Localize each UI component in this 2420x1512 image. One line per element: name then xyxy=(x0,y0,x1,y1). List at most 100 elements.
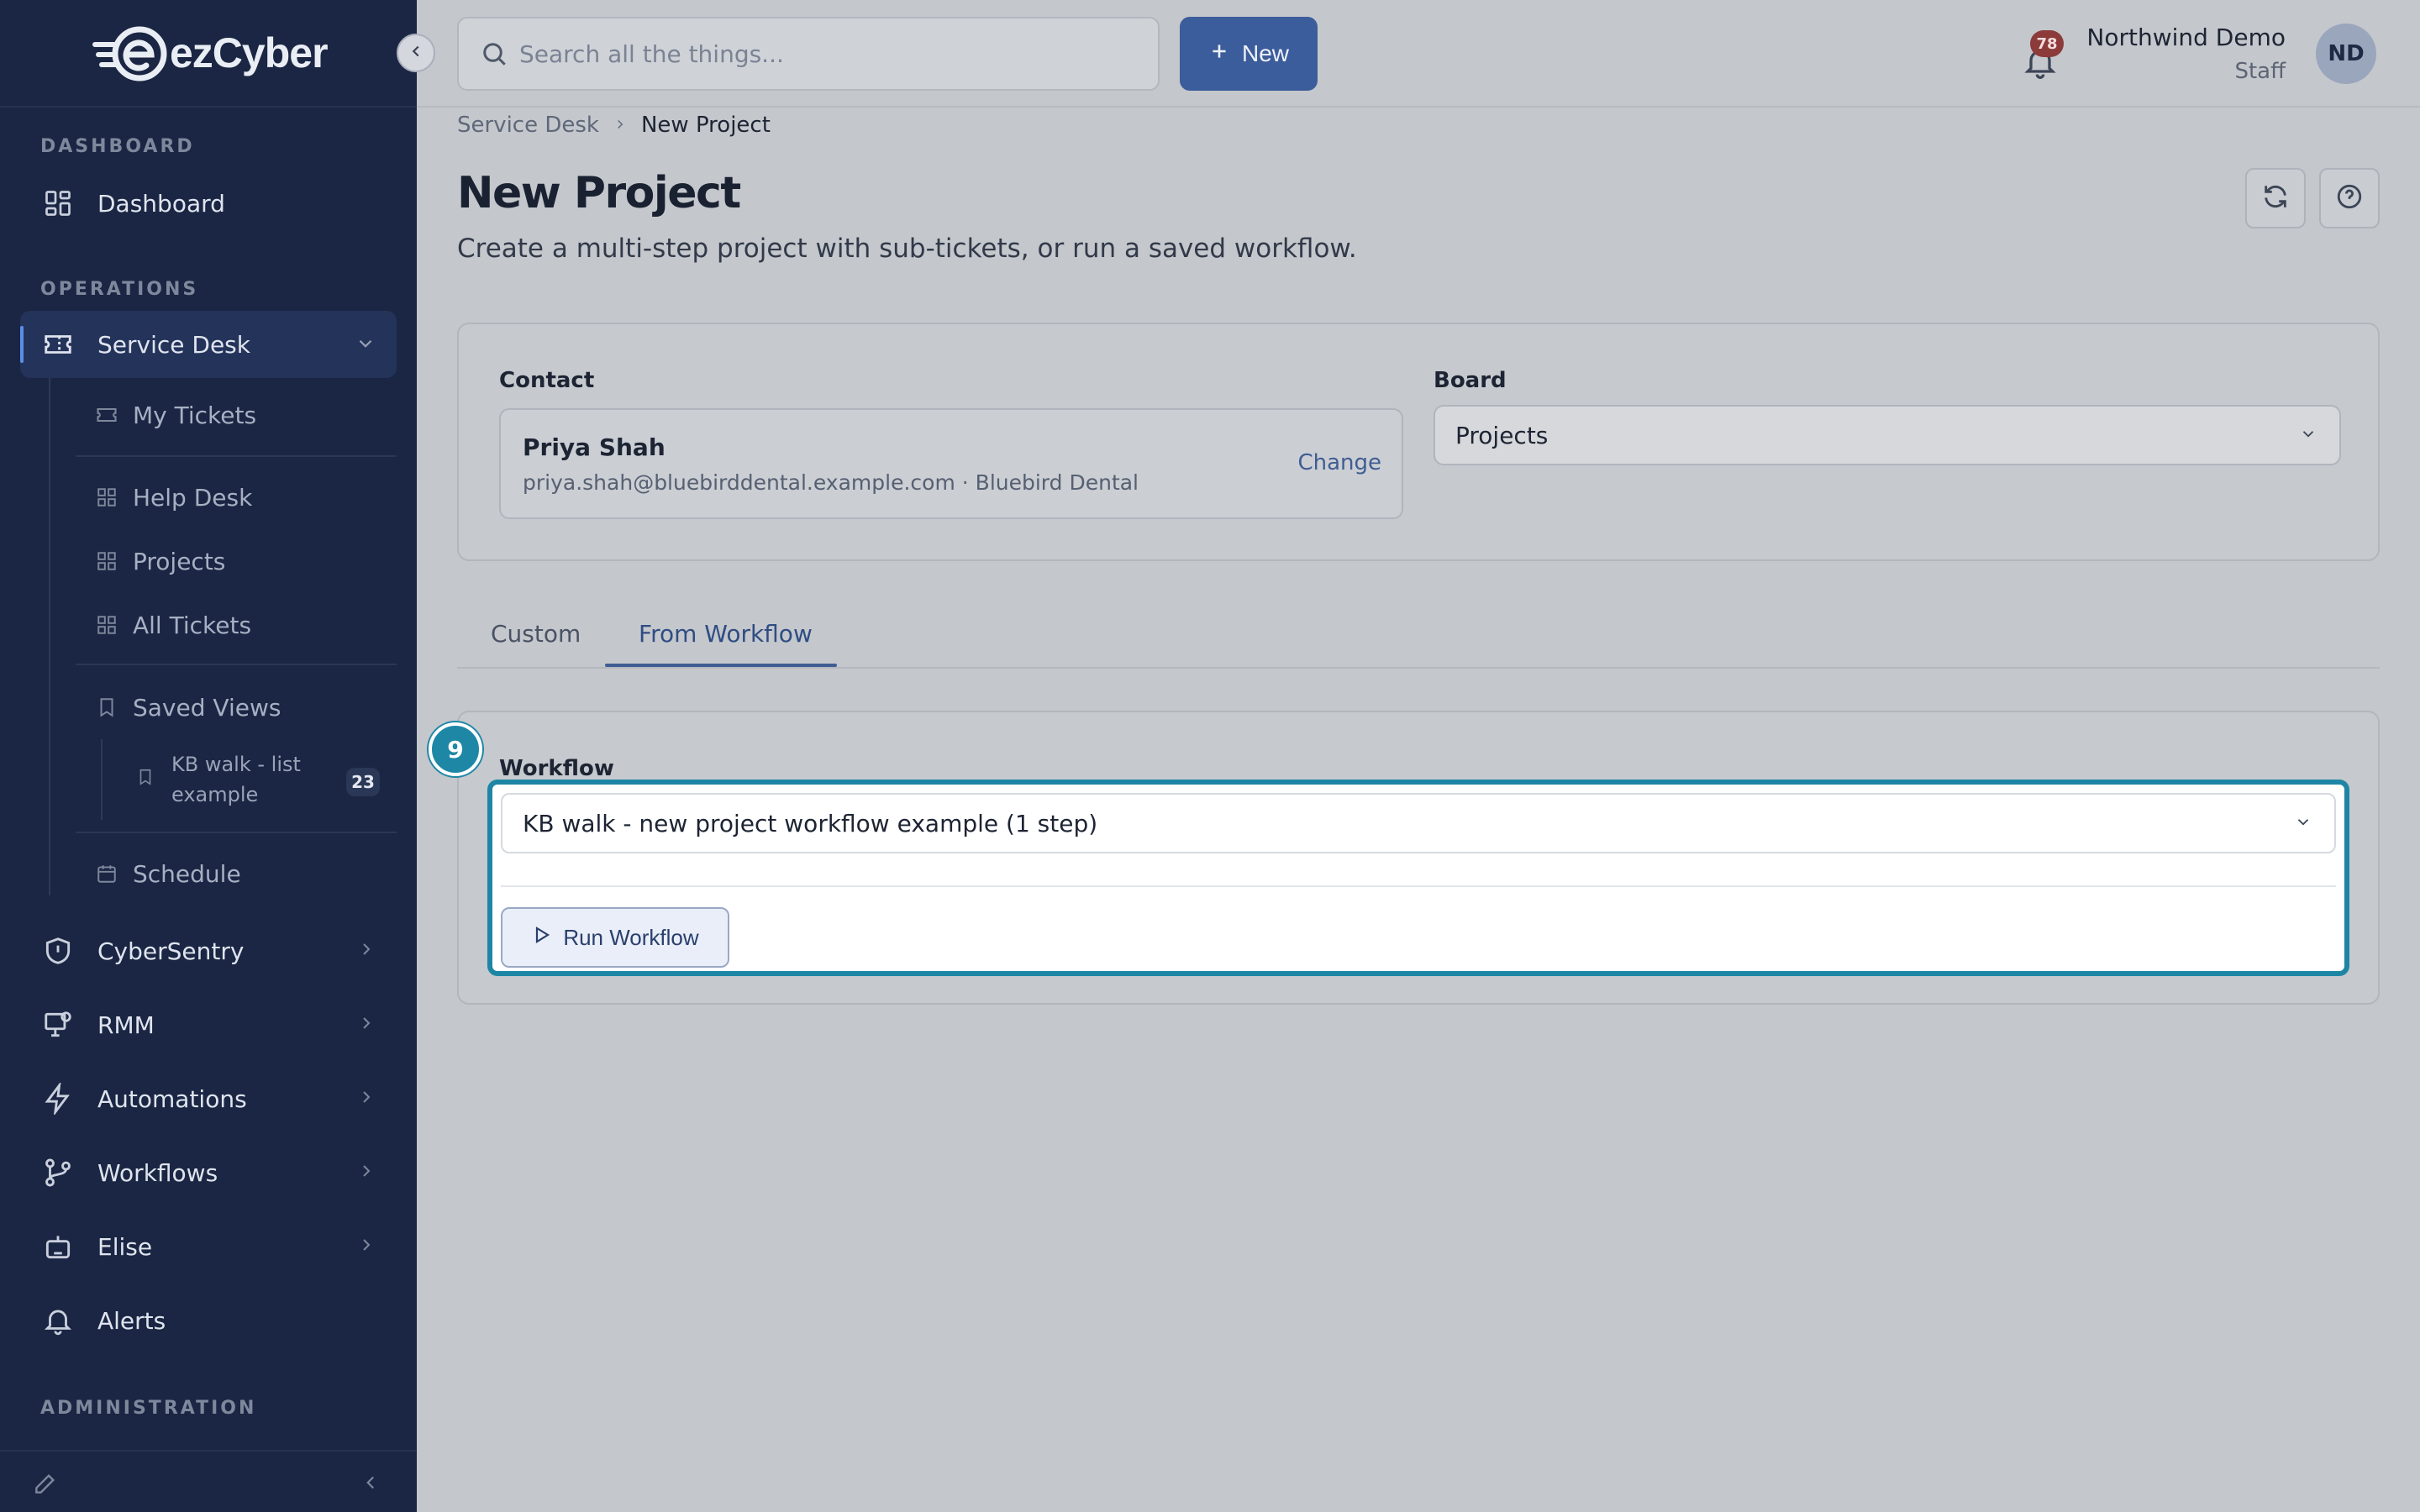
board-label: Board xyxy=(1434,368,1507,393)
sidebar-item-saved-views[interactable]: Saved Views xyxy=(94,684,281,731)
chevron-down-icon xyxy=(2294,810,2312,837)
lightning-icon xyxy=(40,1081,76,1116)
submenu-rail xyxy=(49,378,50,895)
bookmark-icon xyxy=(94,695,119,720)
sidebar-item-label: Automations xyxy=(97,1084,247,1113)
sidebar-item-label: Elise xyxy=(97,1232,153,1261)
sidebar-item-label: Saved Views xyxy=(133,693,281,722)
ticket-icon xyxy=(40,327,76,362)
contact-selector[interactable]: Priya Shah priya.shah@bluebirddental.exa… xyxy=(499,408,1403,519)
monitor-gear-icon xyxy=(40,1007,76,1042)
shield-icon xyxy=(40,933,76,969)
page-subtitle: Create a multi-step project with sub-tic… xyxy=(457,234,1357,264)
saved-view-count-badge: 23 xyxy=(346,768,380,796)
contact-company: Bluebird Dental xyxy=(975,470,1139,495)
ticket-icon xyxy=(94,402,119,428)
edit-pencil-icon[interactable] xyxy=(32,1470,59,1500)
project-details-card: Contact Priya Shah priya.shah@bluebirdde… xyxy=(457,323,2380,561)
sidebar-item-schedule[interactable]: Schedule xyxy=(94,850,241,897)
board-select-value: Projects xyxy=(1455,421,1549,449)
board-select[interactable]: Projects xyxy=(1434,405,2341,465)
top-bar: New 78 Northwind Demo Staff ND xyxy=(417,0,2420,108)
sidebar-item-my-tickets[interactable]: My Tickets xyxy=(94,391,256,438)
bell-icon xyxy=(40,1303,76,1338)
breadcrumb-parent[interactable]: Service Desk xyxy=(457,113,599,138)
sidebar-item-elise[interactable]: Elise xyxy=(20,1213,397,1280)
sidebar-item-dashboard[interactable]: Dashboard xyxy=(20,170,397,237)
contact-name: Priya Shah xyxy=(523,433,666,461)
sidebar-item-help-desk[interactable]: Help Desk xyxy=(94,474,252,521)
sidebar-item-label: Help Desk xyxy=(133,483,253,512)
sidebar-item-projects[interactable]: Projects xyxy=(94,538,225,585)
contact-details: priya.shah@bluebirddental.example.com · … xyxy=(523,470,1139,495)
sidebar-item-rmm[interactable]: RMM xyxy=(20,991,397,1058)
page-title: New Project xyxy=(457,168,741,218)
contact-label: Contact xyxy=(499,368,595,393)
submenu-divider xyxy=(76,664,397,665)
submenu-divider xyxy=(76,832,397,833)
collapse-sidebar-icon[interactable] xyxy=(360,1472,381,1497)
help-button[interactable] xyxy=(2319,168,2380,228)
sidebar-item-all-tickets[interactable]: All Tickets xyxy=(94,601,251,648)
play-icon xyxy=(531,925,551,951)
run-workflow-button[interactable]: Run Workflow xyxy=(501,907,729,968)
sidebar-item-service-desk[interactable]: Service Desk xyxy=(20,311,397,378)
run-workflow-label: Run Workflow xyxy=(563,924,699,950)
sidebar-item-label: Projects xyxy=(133,547,226,575)
active-tab-indicator xyxy=(605,664,837,667)
sidebar-item-label: RMM xyxy=(97,1011,155,1039)
bookmark-icon xyxy=(136,768,155,790)
sidebar-item-cybersentry[interactable]: CyberSentry xyxy=(20,917,397,984)
brand-logo[interactable]: ezCyber xyxy=(92,22,329,84)
search-input[interactable] xyxy=(519,39,1107,68)
avatar[interactable]: ND xyxy=(2316,24,2376,84)
workflow-select[interactable]: KB walk - new project workflow example (… xyxy=(501,793,2336,853)
project-mode-tabs: Custom From Workflow xyxy=(457,598,2380,669)
breadcrumb: Service Desk New Project xyxy=(457,113,771,138)
user-role: Staff xyxy=(2234,59,2286,84)
section-label-operations: OPERATIONS xyxy=(40,279,199,300)
chevron-right-icon xyxy=(356,939,376,963)
sidebar: ezCyber DASHBOARD Dashboard OPERATIONS S… xyxy=(0,0,417,1512)
plus-icon xyxy=(1208,40,1230,68)
chevron-right-icon xyxy=(356,1235,376,1258)
contact-email: priya.shah@bluebirddental.example.com xyxy=(523,470,955,495)
workflow-divider xyxy=(501,885,2336,887)
refresh-button[interactable] xyxy=(2245,168,2306,228)
calendar-icon xyxy=(94,861,119,886)
workflow-select-value: KB walk - new project workflow example (… xyxy=(523,809,1098,837)
section-label-dashboard: DASHBOARD xyxy=(40,136,195,157)
board-grid-icon xyxy=(94,485,119,510)
new-button[interactable]: New xyxy=(1180,17,1318,91)
tab-from-workflow[interactable]: From Workflow xyxy=(639,620,813,648)
new-button-label: New xyxy=(1241,40,1289,66)
sidebar-item-automations[interactable]: Automations xyxy=(20,1065,397,1132)
board-grid-icon xyxy=(94,612,119,638)
change-contact-link[interactable]: Change xyxy=(1297,450,1381,475)
brand-name: ezCyber xyxy=(170,29,329,76)
sidebar-footer xyxy=(0,1450,417,1512)
global-search[interactable] xyxy=(457,17,1160,91)
sidebar-item-alerts[interactable]: Alerts xyxy=(20,1287,397,1354)
chevron-down-icon xyxy=(2299,422,2317,449)
chevron-down-icon xyxy=(355,333,376,358)
logo-divider xyxy=(0,106,417,108)
section-label-administration: ADMINISTRATION xyxy=(40,1398,257,1419)
submenu-divider xyxy=(76,455,397,457)
sidebar-toggle-button[interactable] xyxy=(397,34,435,72)
chevron-right-icon xyxy=(613,113,628,138)
sidebar-item-workflows[interactable]: Workflows xyxy=(20,1139,397,1206)
chevron-left-icon xyxy=(407,42,425,64)
chevron-right-icon xyxy=(356,1013,376,1037)
tab-custom[interactable]: Custom xyxy=(491,620,581,648)
saved-view-label: KB walk - list example xyxy=(171,753,301,806)
sidebar-item-label: All Tickets xyxy=(133,611,252,639)
user-name[interactable]: Northwind Demo xyxy=(2086,24,2286,51)
sidebar-item-label: Workflows xyxy=(97,1158,218,1187)
sidebar-item-label: My Tickets xyxy=(133,401,257,429)
sidebar-item-label: CyberSentry xyxy=(97,937,245,965)
git-branch-icon xyxy=(40,1155,76,1190)
dashboard-grid-icon xyxy=(40,186,76,221)
help-circle-icon xyxy=(2335,182,2364,214)
chevron-right-icon xyxy=(356,1087,376,1110)
